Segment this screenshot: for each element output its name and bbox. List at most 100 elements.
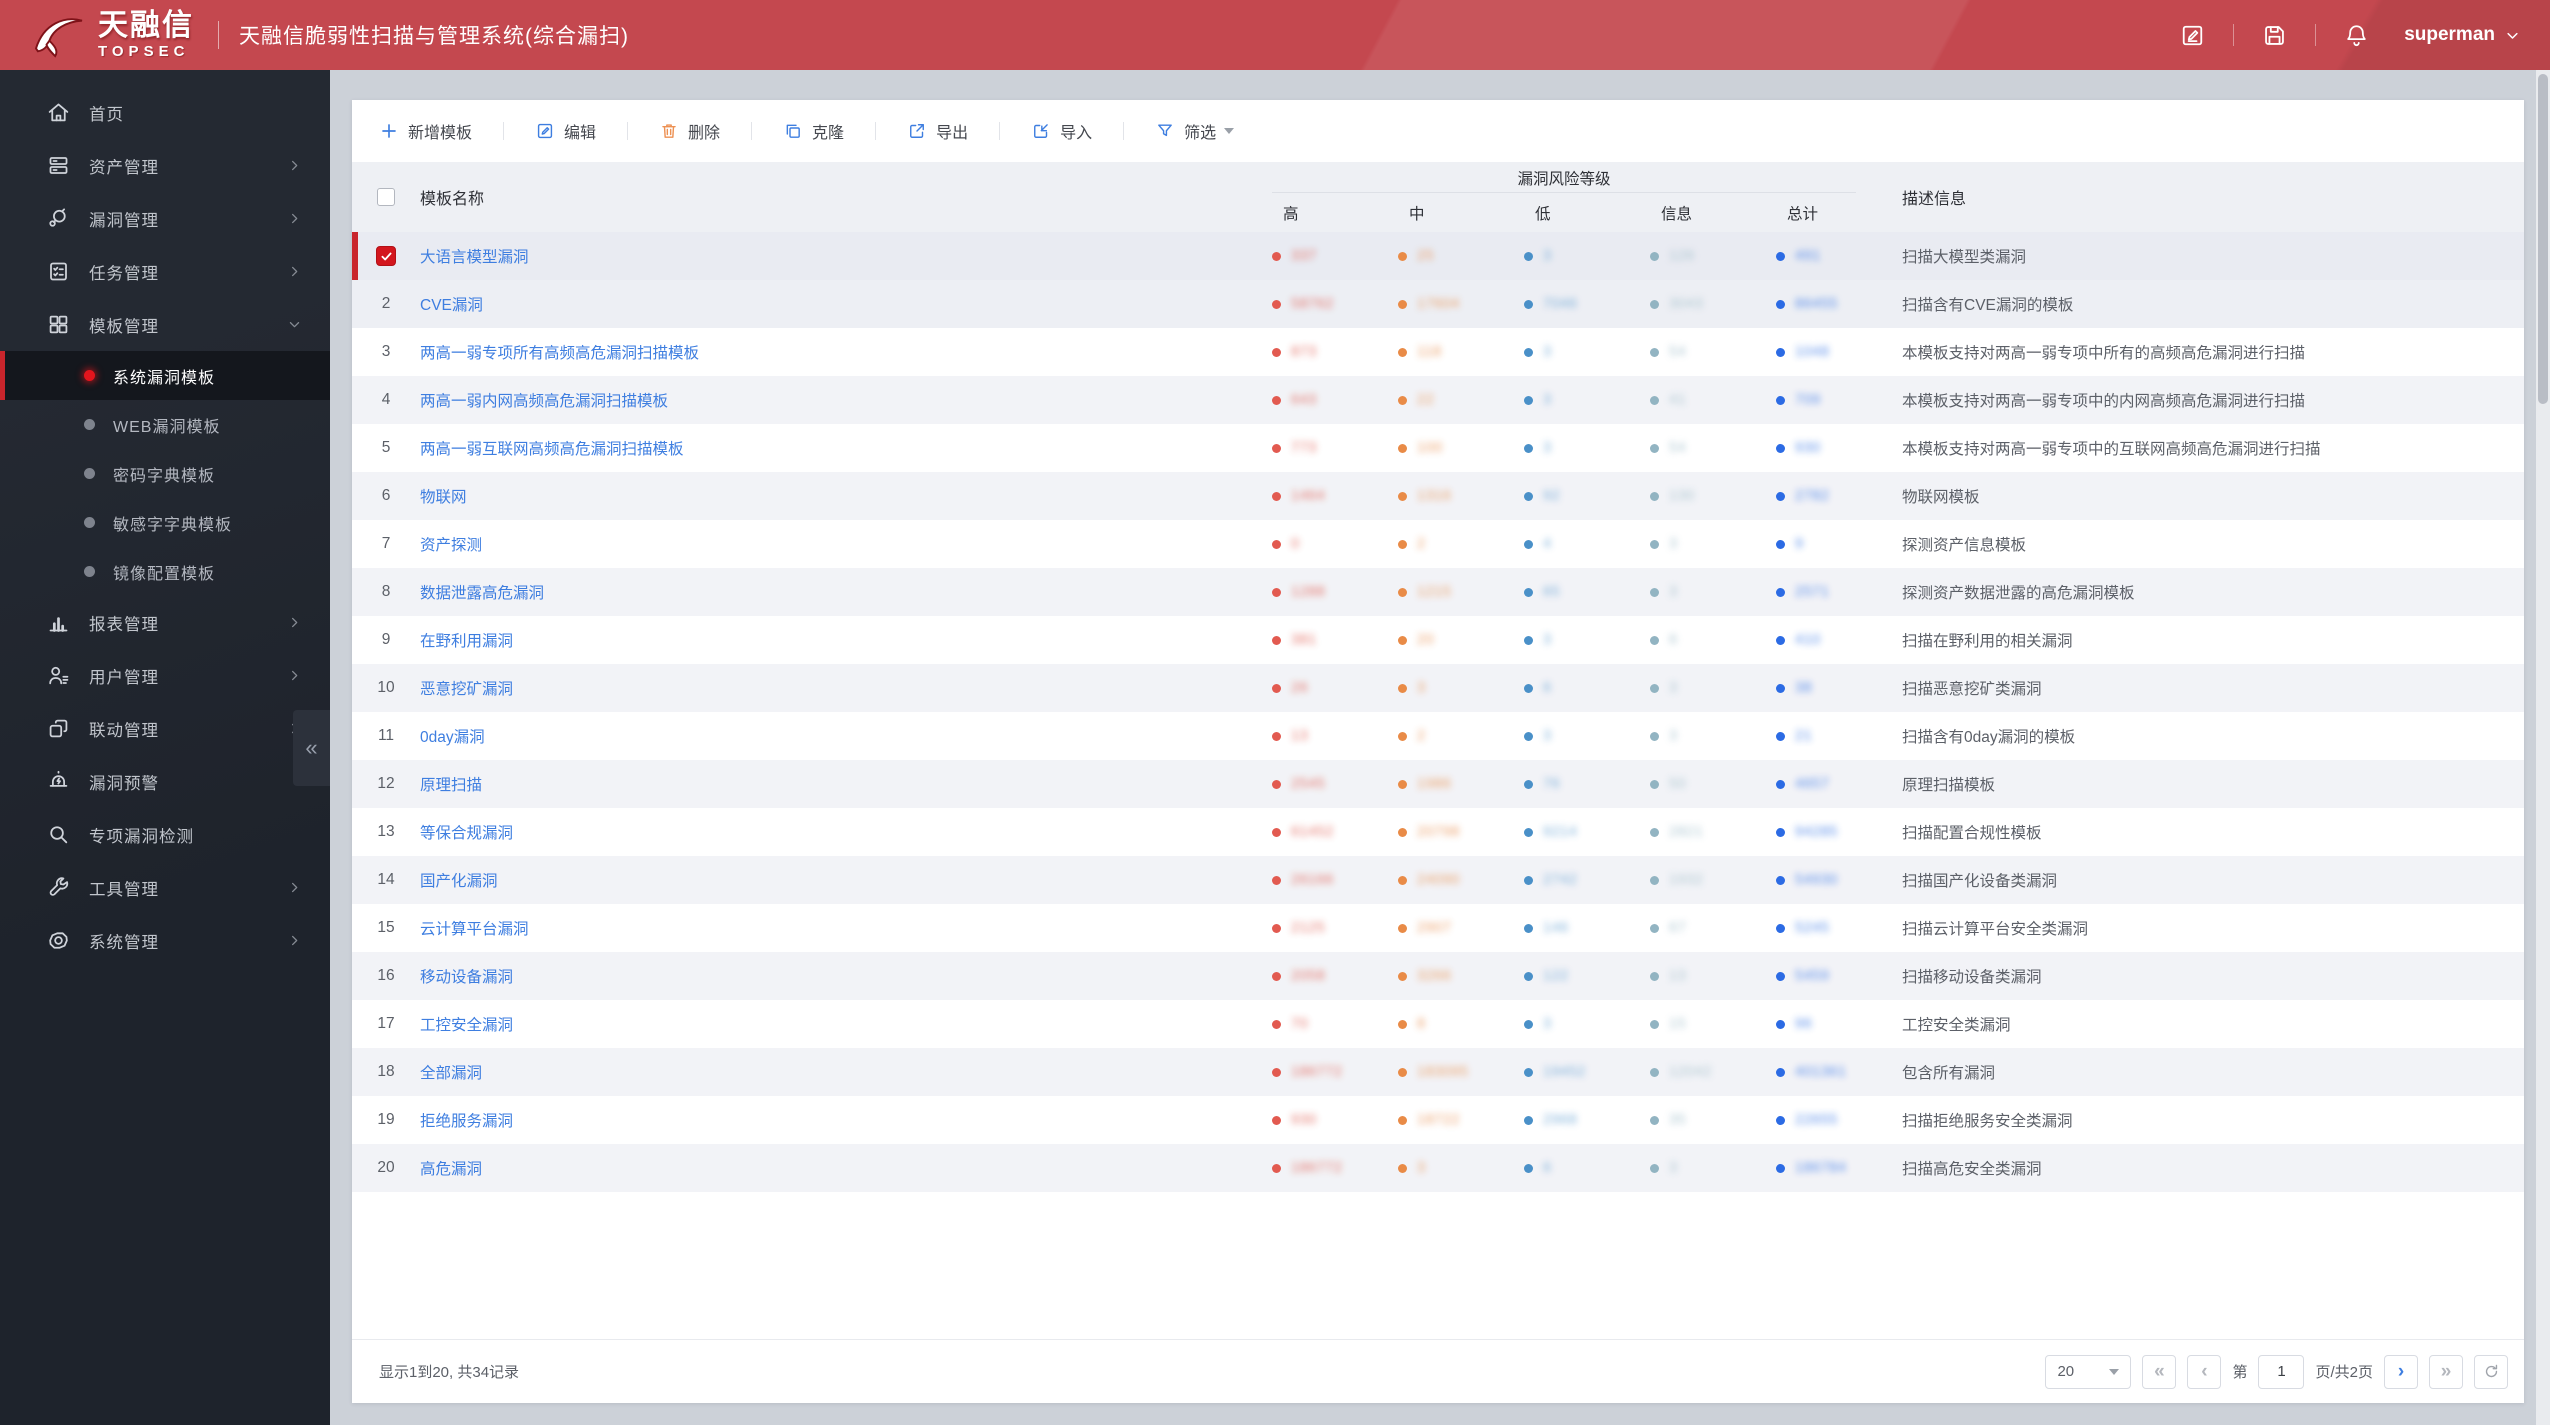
- sidebar-item-vuln-management[interactable]: 漏洞管理: [0, 192, 330, 245]
- template-name-link[interactable]: 原理扫描: [420, 777, 482, 794]
- sidebar-collapse-button[interactable]: «: [293, 710, 330, 786]
- risk-cell-high: 381: [1272, 632, 1398, 648]
- risk-dot-total: [1776, 395, 1785, 405]
- last-page-button[interactable]: »: [2429, 1354, 2463, 1389]
- template-name-link[interactable]: 数据泄露高危漏洞: [420, 585, 544, 602]
- risk-value-total: 186784: [1795, 1160, 1847, 1176]
- sidebar-item-system-management[interactable]: 系统管理: [0, 914, 330, 967]
- table-row[interactable]: 4 两高一弱内网高频高危漏洞扫描模板 643 22 3 41 709 本模板支持对两高一弱专项…: [352, 376, 2524, 424]
- template-name-cell: 拒绝服务漏洞: [420, 1109, 1272, 1131]
- edit-note-icon[interactable]: [2179, 22, 2206, 49]
- table-row[interactable]: 11 0day漏洞 13 2 3 3 21 扫描含有0day漏洞的模板: [352, 712, 2524, 760]
- risk-cell-total: 5459: [1776, 968, 1902, 984]
- table-row[interactable]: 14 国产化漏洞 26166 24090 2742 1932 54930 扫描国产化设备类漏洞: [352, 856, 2524, 904]
- risk-dot-mid: [1398, 683, 1407, 693]
- save-icon[interactable]: [2261, 22, 2288, 49]
- page-scrollbar[interactable]: [2536, 70, 2550, 1425]
- select-all-checkbox[interactable]: [377, 188, 395, 206]
- user-menu[interactable]: superman: [2404, 24, 2520, 46]
- table-row[interactable]: 9 在野利用漏洞 381 20 3 6 410 扫描在野利用的相关漏洞: [352, 616, 2524, 664]
- risk-cell-low: 3: [1524, 728, 1650, 744]
- page-number-input[interactable]: [2258, 1354, 2305, 1389]
- table-row[interactable]: 7 资产探测 0 2 4 3 9 探测资产信息模板: [352, 520, 2524, 568]
- risk-value-info: 3043: [1669, 296, 1704, 312]
- refresh-button[interactable]: [2474, 1354, 2508, 1389]
- scrollbar-thumb[interactable]: [2538, 74, 2548, 404]
- risk-dot-info: [1650, 251, 1659, 261]
- bell-icon[interactable]: [2343, 22, 2370, 49]
- page-size-select[interactable]: 20: [2045, 1354, 2132, 1389]
- toolbar-separator: [503, 122, 505, 140]
- template-name-link[interactable]: 两高一弱内网高频高危漏洞扫描模板: [420, 393, 668, 410]
- table-row[interactable]: 2 CVE漏洞 58762 17604 7046 3043 86455 扫描含有CVE漏洞的模…: [352, 280, 2524, 328]
- template-name-link[interactable]: 恶意挖矿漏洞: [420, 681, 513, 698]
- template-name-link[interactable]: 等保合规漏洞: [420, 825, 513, 842]
- table-row[interactable]: 18 全部漏洞 186772 183095 19452 12042 401361 包含所有漏洞: [352, 1048, 2524, 1096]
- template-name-link[interactable]: 高危漏洞: [420, 1161, 482, 1178]
- template-name-link[interactable]: 全部漏洞: [420, 1065, 482, 1082]
- table-row[interactable]: 13 等保合规漏洞 61452 20798 9214 2821 94285 扫描配置合规性模板: [352, 808, 2524, 856]
- table-row[interactable]: 16 移动设备漏洞 2058 3266 122 13 5459 扫描移动设备类漏洞: [352, 952, 2524, 1000]
- next-page-button[interactable]: ›: [2384, 1354, 2418, 1389]
- import-button[interactable]: 导入: [1031, 119, 1092, 143]
- sidebar-subitem-image-config-template[interactable]: 镜像配置模板: [0, 547, 330, 596]
- template-name-cell: 高危漏洞: [420, 1157, 1272, 1179]
- sidebar-item-task-management[interactable]: 任务管理: [0, 245, 330, 298]
- risk-cell-mid: 100: [1398, 440, 1524, 456]
- risk-value-high: 26: [1291, 680, 1309, 696]
- delete-button[interactable]: 删除: [659, 119, 720, 143]
- table-row[interactable]: 大语言模型漏洞 337 25 3 126 491 扫描大模型类漏洞: [352, 232, 2524, 280]
- table-row[interactable]: 19 拒绝服务漏洞 930 18722 2968 35 22655 扫描拒绝服务安全类漏洞: [352, 1096, 2524, 1144]
- template-name-link[interactable]: 物联网: [420, 489, 467, 506]
- template-name-link[interactable]: 云计算平台漏洞: [420, 921, 529, 938]
- table-row[interactable]: 5 两高一弱互联网高频高危漏洞扫描模板 773 100 3 54 930 本模板支持对两高一弱…: [352, 424, 2524, 472]
- sidebar-item-user-management[interactable]: 用户管理: [0, 649, 330, 702]
- edit-button[interactable]: 编辑: [535, 119, 596, 143]
- prev-page-button[interactable]: ‹: [2187, 1354, 2222, 1389]
- template-name-link[interactable]: 两高一弱互联网高频高危漏洞扫描模板: [420, 441, 684, 458]
- sidebar-item-asset-management[interactable]: 资产管理: [0, 139, 330, 192]
- table-row[interactable]: 8 数据泄露高危漏洞 1288 1215 65 3 2571 探测资产数据泄露的高危漏洞模板: [352, 568, 2524, 616]
- sidebar-item-home[interactable]: 首页: [0, 86, 330, 139]
- template-name-link[interactable]: 工控安全漏洞: [420, 1017, 513, 1034]
- template-name-link[interactable]: 大语言模型漏洞: [420, 249, 529, 266]
- sidebar-item-report-management[interactable]: 报表管理: [0, 596, 330, 649]
- toolbar-separator: [751, 122, 753, 140]
- risk-header-block: 漏洞风险等级 高 中 低 信息 总计: [1272, 162, 1902, 232]
- template-name-link[interactable]: 移动设备漏洞: [420, 969, 513, 986]
- sidebar-subitem-sensitive-word-dict-template[interactable]: 敏感字字典模板: [0, 498, 330, 547]
- risk-cell-high: 1464: [1272, 488, 1398, 504]
- table-row[interactable]: 6 物联网 1464 1316 92 130 2782 物联网模板: [352, 472, 2524, 520]
- template-name-link[interactable]: 国产化漏洞: [420, 873, 498, 890]
- sidebar-subitem-password-dict-template[interactable]: 密码字典模板: [0, 449, 330, 498]
- table-row[interactable]: 15 云计算平台漏洞 2125 2907 146 67 5245 扫描云计算平台安全类漏洞: [352, 904, 2524, 952]
- template-name-link[interactable]: 资产探测: [420, 537, 482, 554]
- first-page-button[interactable]: «: [2142, 1354, 2177, 1389]
- export-button[interactable]: 导出: [907, 119, 968, 143]
- sidebar-item-linkage-management[interactable]: 联动管理: [0, 702, 330, 755]
- risk-dot-mid: [1398, 1067, 1407, 1077]
- table-row[interactable]: 3 两高一弱专项所有高频高危漏洞扫描模板 873 118 3 54 1048 本模板支持对两高…: [352, 328, 2524, 376]
- clone-button[interactable]: 克隆: [783, 119, 844, 143]
- sidebar-subitem-system-vuln-template[interactable]: 系统漏洞模板: [0, 351, 330, 400]
- table-row[interactable]: 20 高危漏洞 186772 3 6 3 186784 扫描高危安全类漏洞: [352, 1144, 2524, 1192]
- template-name-link[interactable]: 0day漏洞: [420, 729, 485, 746]
- sidebar-item-vuln-alert[interactable]: 漏洞预警: [0, 755, 330, 808]
- template-name-link[interactable]: CVE漏洞: [420, 297, 483, 314]
- sidebar-item-tool-management[interactable]: 工具管理: [0, 861, 330, 914]
- template-name-link[interactable]: 两高一弱专项所有高频高危漏洞扫描模板: [420, 345, 699, 362]
- sidebar-item-special-vuln-detect[interactable]: 专项漏洞检测: [0, 808, 330, 861]
- template-name-link[interactable]: 拒绝服务漏洞: [420, 1113, 513, 1130]
- risk-dot-mid: [1398, 923, 1407, 933]
- sidebar-subitem-web-vuln-template[interactable]: WEB漏洞模板: [0, 400, 330, 449]
- risk-value-mid: 1986: [1417, 776, 1452, 792]
- sidebar-item-label: 模板管理: [89, 317, 159, 336]
- add-template-button[interactable]: 新增模板: [379, 119, 472, 143]
- table-row[interactable]: 10 恶意挖矿漏洞 26 3 6 3 38 扫描恶意挖矿类漏洞: [352, 664, 2524, 712]
- sidebar-item-template-management[interactable]: 模板管理: [0, 298, 330, 351]
- table-row[interactable]: 12 原理扫描 2545 1986 76 50 4657 原理扫描模板: [352, 760, 2524, 808]
- template-name-link[interactable]: 在野利用漏洞: [420, 633, 513, 650]
- filter-button[interactable]: 筛选: [1155, 119, 1235, 143]
- table-row[interactable]: 17 工控安全漏洞 70 8 3 15 96 工控安全类漏洞: [352, 1000, 2524, 1048]
- row-checkbox-checked[interactable]: [376, 246, 396, 266]
